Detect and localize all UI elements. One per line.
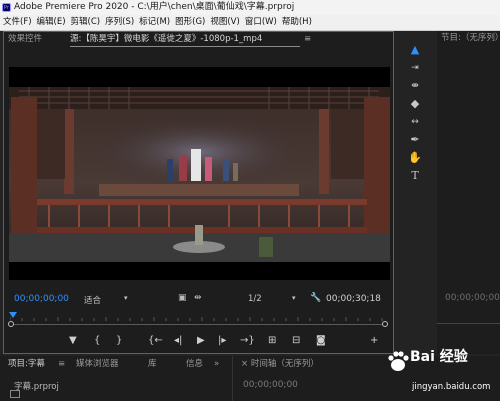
source-duration-timecode: 00;00;30;18 xyxy=(326,294,381,304)
scroll-handle-left[interactable] xyxy=(8,321,14,327)
hand-tool-icon[interactable]: ✋ xyxy=(408,151,422,165)
go-to-in-icon[interactable]: {← xyxy=(148,335,163,346)
program-timecode: 00;00;00;00 xyxy=(445,293,500,303)
playback-resolution-dropdown[interactable]: 1/2 ▾ xyxy=(248,294,296,304)
program-panel-title[interactable]: 节目:（无序列） xyxy=(441,31,500,46)
source-monitor-panel: 效果控件 源:【陈昊宇】微电影《遥徙之夏》-1080p-1_mp4 ≡ 00;0… xyxy=(3,31,394,354)
overwrite-icon[interactable]: ⊟ xyxy=(292,335,300,346)
menu-file[interactable]: 文件(F) xyxy=(0,15,34,30)
video-frame xyxy=(9,87,390,262)
zoom-fit-dropdown[interactable]: 适合 ▾ xyxy=(84,294,128,306)
chevron-down-icon: ▾ xyxy=(292,294,296,302)
menu-sequence[interactable]: 序列(S) xyxy=(102,15,136,30)
project-panel-tabs: 项目:字幕 ≡ 媒体浏览器 库 信息 » xyxy=(0,356,228,372)
zoom-fit-label: 适合 xyxy=(84,296,102,306)
menu-view[interactable]: 视图(V) xyxy=(207,15,241,30)
zoom-scroll-bar[interactable] xyxy=(10,324,388,325)
timeline-timecode: 00;00;00;00 xyxy=(243,380,298,390)
type-tool-icon[interactable]: T xyxy=(408,169,422,183)
program-scroll-bar[interactable] xyxy=(437,323,500,324)
resolution-label: 1/2 xyxy=(248,294,262,304)
tab-info[interactable]: 信息 xyxy=(186,356,203,372)
close-icon[interactable]: × xyxy=(241,359,248,369)
mark-in-icon[interactable]: { xyxy=(94,335,100,346)
tab-media-browser[interactable]: 媒体浏览器 xyxy=(76,356,119,372)
premiere-app-icon: Pr xyxy=(2,3,11,12)
razor-tool-icon[interactable]: ◆ xyxy=(408,97,422,111)
source-panel-tabs: 效果控件 源:【陈昊宇】微电影《遥徙之夏》-1080p-1_mp4 ≡ xyxy=(4,32,393,47)
wrench-settings-icon[interactable]: 🔧 xyxy=(310,293,321,303)
go-to-out-icon[interactable]: →} xyxy=(240,335,255,346)
step-forward-icon[interactable]: |▸ xyxy=(218,335,226,346)
active-tab-underline xyxy=(70,46,300,47)
chevron-down-icon: ▾ xyxy=(124,294,128,302)
menu-bar: 文件(F) 编辑(E) 剪辑(C) 序列(S) 标记(M) 图形(G) 视图(V) 窗口(W)… xyxy=(0,15,500,31)
menu-marker[interactable]: 标记(M) xyxy=(136,15,172,30)
button-editor-plus-icon[interactable]: + xyxy=(370,335,378,346)
tab-project[interactable]: 项目:字幕 xyxy=(8,356,45,372)
slip-tool-icon[interactable]: ↔ xyxy=(408,115,422,129)
more-panels-icon[interactable]: » xyxy=(214,356,219,372)
window-title: Adobe Premiere Pro 2020 - C:\用户\chen\桌面\… xyxy=(14,2,295,12)
add-marker-icon[interactable]: ▼ xyxy=(69,335,77,346)
tools-panel: ▲ ⇥ ⇼ ◆ ↔ ✒ ✋ T xyxy=(398,31,436,354)
time-ruler[interactable] xyxy=(10,313,388,321)
step-back-icon[interactable]: ◂| xyxy=(174,335,182,346)
timeline-title-text: 时间轴（无序列） xyxy=(250,359,319,369)
insert-icon[interactable]: ⊞ xyxy=(268,335,276,346)
menu-window[interactable]: 窗口(W) xyxy=(242,15,279,30)
insert-marker-icon[interactable]: ▣ xyxy=(178,293,187,303)
export-frame-camera-icon[interactable]: ◙ xyxy=(316,335,326,346)
watermark-logo-text: Bai 经验 xyxy=(410,349,468,365)
watermark-url: jingyan.baidu.com xyxy=(412,382,491,392)
scroll-handle-right[interactable] xyxy=(382,321,388,327)
source-current-timecode[interactable]: 00;00;00;00 xyxy=(14,294,69,304)
panel-menu-icon[interactable]: ≡ xyxy=(58,356,65,372)
tab-source[interactable]: 源:【陈昊宇】微电影《遥徙之夏》-1080p-1_mp4 xyxy=(70,32,262,47)
play-icon[interactable]: ▶ xyxy=(197,335,205,346)
menu-clip[interactable]: 剪辑(C) xyxy=(68,15,103,30)
tab-effect-controls[interactable]: 效果控件 xyxy=(8,32,42,47)
mark-out-icon[interactable]: } xyxy=(116,335,122,346)
pen-tool-icon[interactable]: ✒ xyxy=(408,133,422,147)
ripple-edit-tool-icon[interactable]: ⇼ xyxy=(408,79,422,93)
tab-libraries[interactable]: 库 xyxy=(148,356,157,372)
project-file-name[interactable]: 字幕.prproj xyxy=(14,380,59,392)
menu-graphics[interactable]: 图形(G) xyxy=(172,15,207,30)
menu-edit[interactable]: 编辑(E) xyxy=(34,15,68,30)
window-title-bar: Pr Adobe Premiere Pro 2020 - C:\用户\chen\… xyxy=(0,0,500,15)
timeline-title[interactable]: × 时间轴（无序列） xyxy=(241,356,319,372)
program-monitor-panel: 节目:（无序列） 00;00;00;00 xyxy=(437,31,500,354)
drag-audio-icon[interactable]: ⇹ xyxy=(194,293,202,303)
track-select-tool-icon[interactable]: ⇥ xyxy=(408,61,422,75)
panel-menu-icon[interactable]: ≡ xyxy=(304,32,311,47)
baidu-paw-logo-icon xyxy=(388,351,409,371)
selection-tool-icon[interactable]: ▲ xyxy=(408,43,422,57)
baidu-jingyan-watermark: Bai 经验 jingyan.baidu.com xyxy=(384,345,500,401)
menu-help[interactable]: 帮助(H) xyxy=(279,15,314,30)
video-viewer[interactable] xyxy=(9,67,390,280)
playhead-marker[interactable] xyxy=(9,312,17,318)
